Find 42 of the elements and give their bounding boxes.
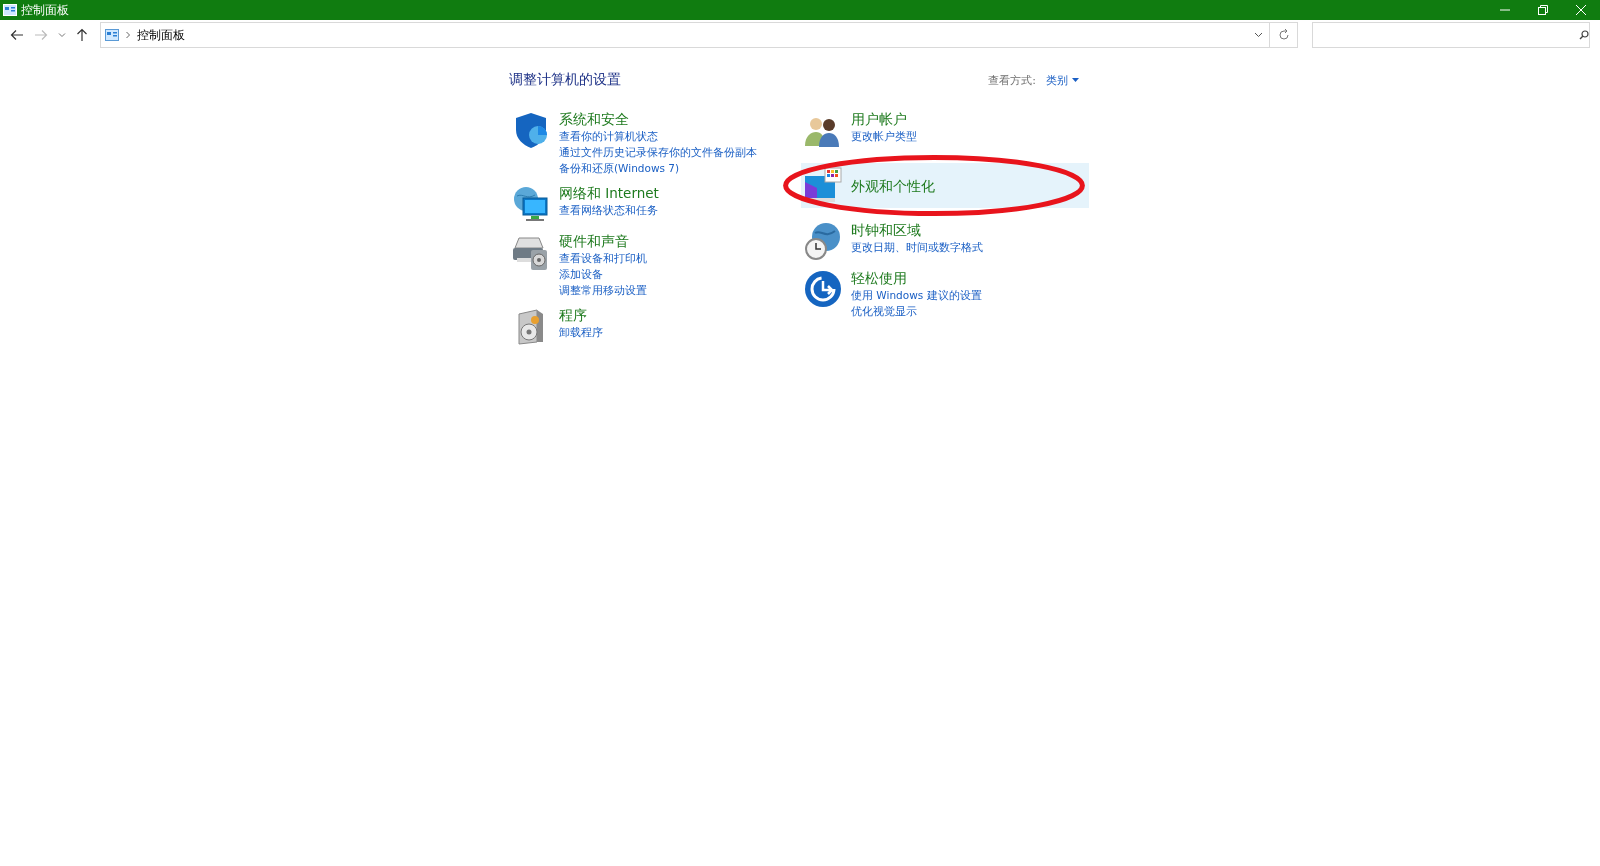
category-link[interactable]: 时钟和区域 — [851, 221, 921, 239]
search-icon — [1579, 30, 1589, 40]
chevron-icon — [125, 31, 131, 39]
category-link[interactable]: 轻松使用 — [851, 269, 907, 287]
category-link[interactable]: 外观和个性化 — [851, 176, 935, 195]
category-highlight[interactable]: 外观和个性化 — [801, 163, 1089, 208]
control-panel-icon — [105, 29, 119, 41]
breadcrumb[interactable]: 控制面板 — [137, 26, 185, 44]
task-link[interactable]: 卸载程序 — [559, 324, 603, 340]
view-by-label: 查看方式: — [988, 72, 1036, 88]
category-link[interactable]: 网络和 Internet — [559, 184, 659, 202]
view-by-dropdown[interactable]: 类别 — [1046, 72, 1079, 88]
task-link[interactable]: 备份和还原(Windows 7) — [559, 160, 680, 176]
caret-icon — [1072, 78, 1079, 82]
task-link[interactable]: 添加设备 — [559, 266, 603, 282]
task-link[interactable]: 查看你的计算机状态 — [559, 128, 658, 144]
chevron-down-icon — [1253, 32, 1263, 38]
address-bar[interactable]: 控制面板 — [100, 22, 1270, 48]
category-link[interactable]: 硬件和声音 — [559, 232, 629, 250]
task-link[interactable]: 更改日期、时间或数字格式 — [851, 239, 983, 255]
search-field[interactable] — [1312, 22, 1590, 48]
task-link[interactable]: 查看网络状态和任务 — [559, 202, 658, 218]
window-title: 控制面板 — [21, 1, 70, 19]
task-link[interactable]: 优化视觉显示 — [851, 303, 917, 319]
clock-icon[interactable] — [803, 221, 843, 261]
back-button[interactable] — [8, 27, 26, 43]
task-link[interactable]: 使用 Windows 建议的设置 — [851, 287, 982, 303]
accessibility-icon[interactable] — [803, 269, 843, 309]
task-link[interactable]: 更改帐户类型 — [851, 128, 917, 144]
restore-icon — [1538, 5, 1548, 15]
task-link[interactable]: 通过文件历史记录保存你的文件备份副本 — [559, 144, 757, 160]
up-button[interactable] — [74, 26, 90, 44]
category-link[interactable]: 系统和安全 — [559, 110, 629, 128]
network-icon[interactable] — [511, 184, 551, 224]
control-panel-icon — [3, 4, 17, 16]
task-link[interactable]: 查看设备和打印机 — [559, 250, 647, 266]
category-link[interactable]: 用户帐户 — [851, 110, 907, 128]
page-heading: 调整计算机的设置 — [509, 71, 621, 89]
refresh-icon — [1277, 29, 1290, 41]
task-link[interactable]: 调整常用移动设置 — [559, 282, 647, 298]
close-icon — [1576, 5, 1586, 15]
category-link[interactable]: 程序 — [559, 306, 587, 324]
